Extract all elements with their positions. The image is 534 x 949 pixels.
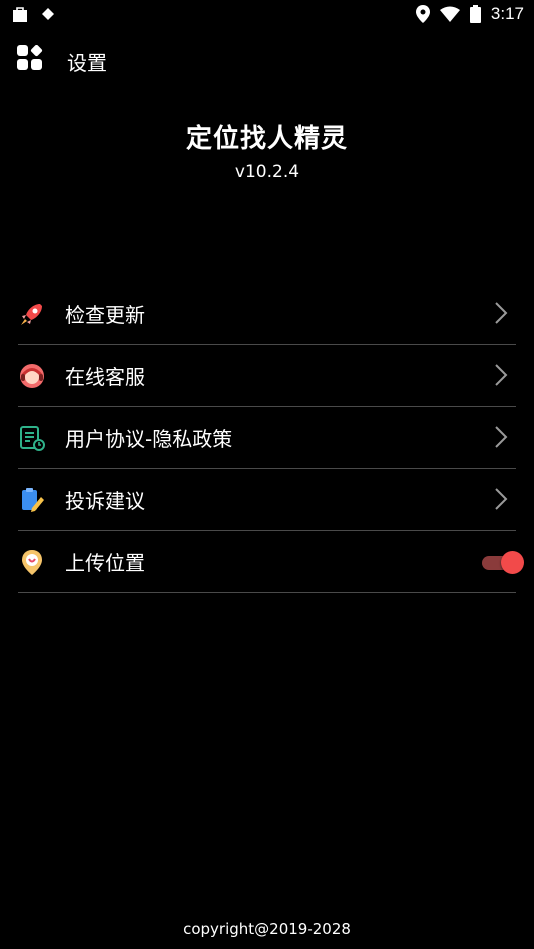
app-name: 定位找人精灵 [185,124,348,154]
edit-note-icon [22,487,44,512]
copyright-text: copyright@2019-2028 [183,920,351,938]
menu-item-label: 用户协议-隐私政策 [65,427,233,451]
menu-item-label: 投诉建议 [65,489,145,513]
bag-icon [13,7,27,22]
menu-item-label: 在线客服 [65,365,145,389]
menu-item-check-update[interactable]: 检查更新 [18,283,516,345]
menu-item-upload-location[interactable]: 上传位置 [18,531,524,593]
app-version: v10.2.4 [234,162,300,182]
menu-item-feedback[interactable]: 投诉建议 [18,469,516,531]
page-title: 设置 [67,51,107,75]
chevron-right-icon [495,364,508,386]
battery-icon [469,5,481,23]
document-icon [20,425,45,451]
status-time: 3:17 [490,4,524,23]
wifi-icon [439,6,460,22]
menu-item-label: 上传位置 [65,551,145,575]
chevron-right-icon [495,426,508,448]
rocket-icon [21,303,42,325]
chevron-right-icon [495,302,508,324]
diamond-icon [42,8,54,20]
menu-item-user-agreement[interactable]: 用户协议-隐私政策 [18,407,516,469]
settings-menu: 检查更新 在线客服 用户协议-隐私政策 投诉建议 上传位置 [18,283,524,593]
upload-location-toggle[interactable] [480,551,524,574]
top-bar: 设置 [0,40,534,80]
grid-icon[interactable] [17,45,43,71]
customer-service-icon [20,363,44,388]
menu-item-online-service[interactable]: 在线客服 [18,345,516,407]
chevron-right-icon [495,488,508,510]
location-icon [415,5,430,23]
status-bar: 3:17 [0,0,534,28]
location-pin-icon [22,549,42,575]
toggle-thumb [501,551,524,574]
menu-item-label: 检查更新 [65,303,145,327]
